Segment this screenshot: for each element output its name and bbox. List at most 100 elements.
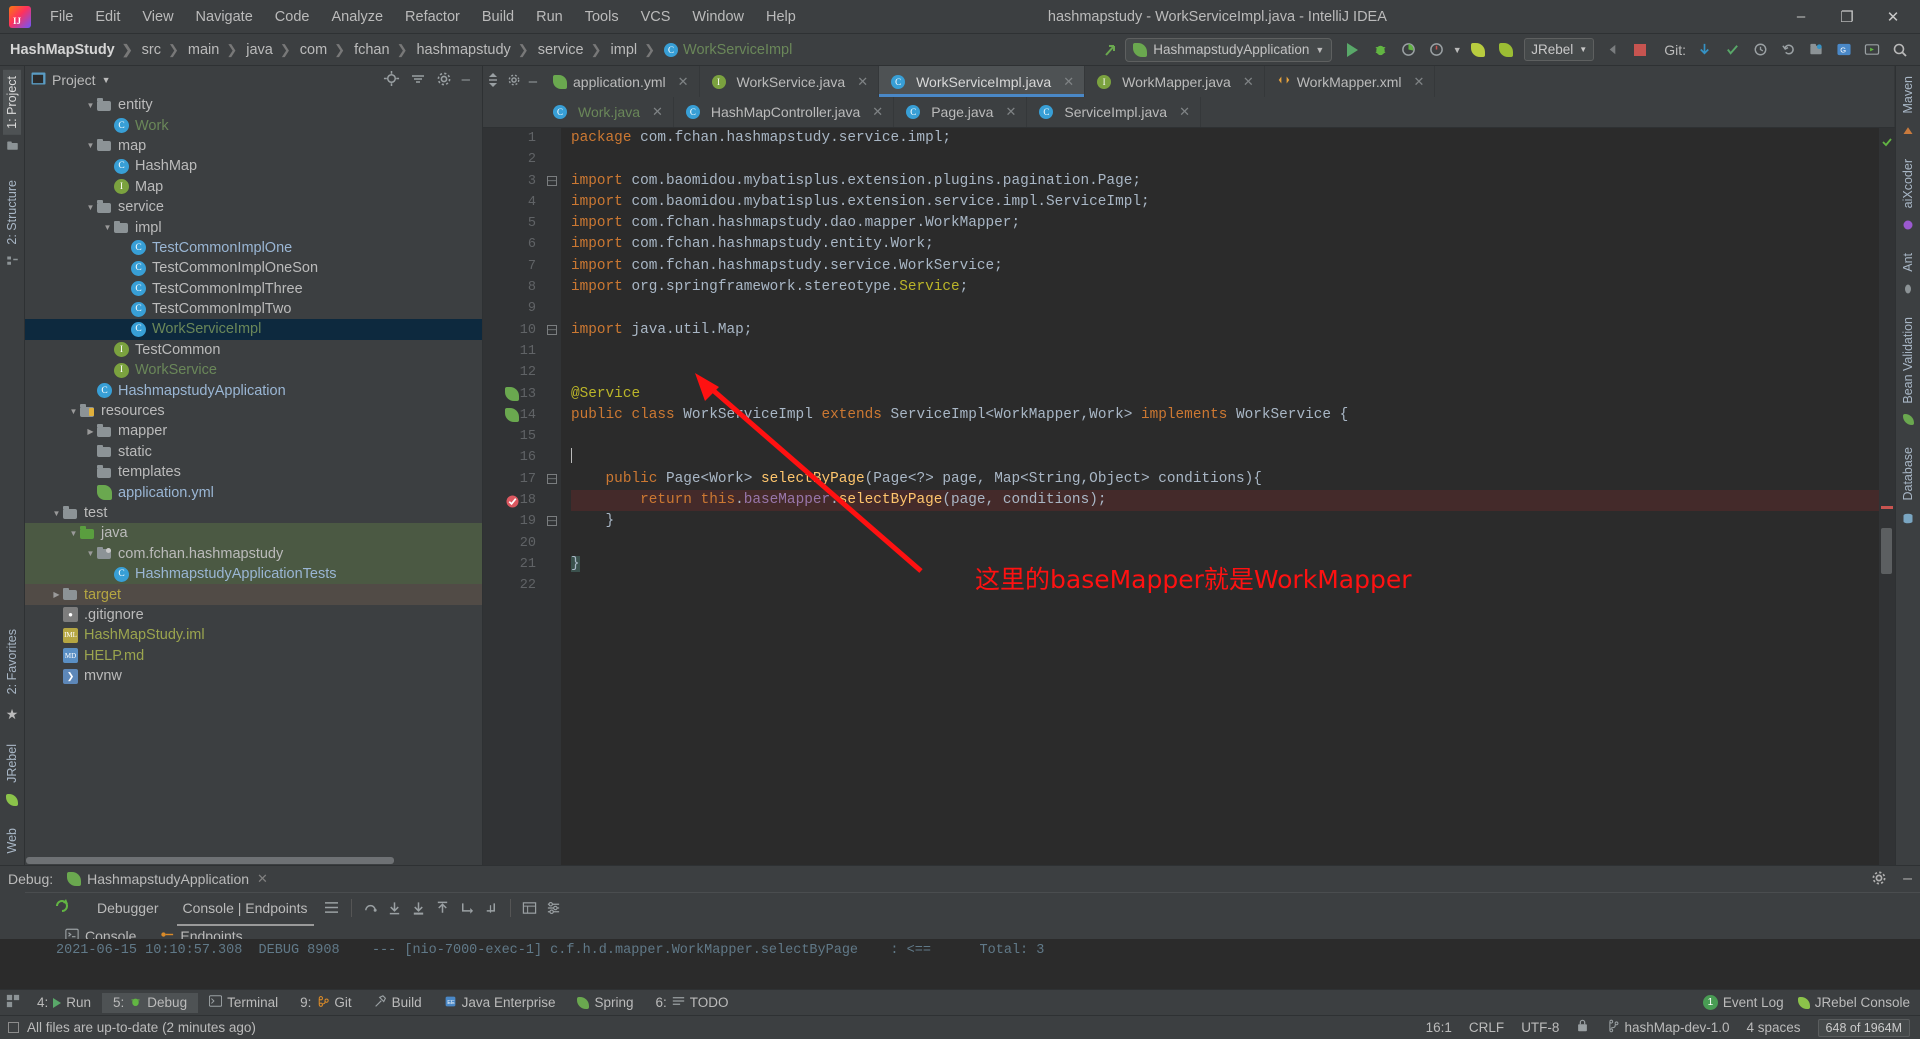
tree-item-help-md[interactable]: MD HELP.md [25, 646, 482, 666]
close-icon[interactable]: ✕ [857, 74, 868, 90]
code-editor[interactable]: 1 2 3 4 5 6 7 8 9 10 11 12 13 14 15 16 17 18 19 20 21 22 — — — —… [483, 128, 1895, 865]
gutter-line-number[interactable]: 11 [483, 341, 545, 362]
toolwindow-git[interactable]: 9: Git [289, 993, 363, 1013]
gutter-line-number[interactable]: 15 [483, 426, 545, 447]
chevron-down-icon[interactable]: ▼ [67, 407, 80, 416]
memory-indicator[interactable]: 648 of 1964M [1817, 1018, 1910, 1037]
gutter-line-number[interactable]: 12 [483, 362, 545, 383]
sidebar-tab-favorites[interactable]: 2: Favorites [3, 623, 21, 700]
tree-item-target[interactable]: ▶ target [25, 584, 482, 605]
jrebel-selector[interactable]: JRebel ▼ [1524, 38, 1595, 61]
settings-icon[interactable] [542, 897, 566, 919]
code-line[interactable]: @Service [571, 384, 1879, 405]
breadcrumb-java[interactable]: java ❯ [242, 40, 296, 60]
preview-icon[interactable] [1859, 37, 1885, 63]
tree-item-entity[interactable]: ▼ entity [25, 95, 482, 115]
maximize-button[interactable]: ❐ [1824, 1, 1870, 33]
sidebar-tab-jrebel[interactable]: JRebel [3, 738, 21, 789]
gutter-line-number[interactable]: 2 [483, 149, 545, 170]
close-button[interactable]: ✕ [1870, 1, 1916, 33]
close-icon[interactable]: ✕ [678, 74, 689, 90]
toolwindow-todo[interactable]: 6: TODO [645, 993, 740, 1012]
tree-item-testcommonimplthree[interactable]: C TestCommonImplThree [25, 279, 482, 299]
breadcrumb-hashmapstudy[interactable]: HashMapStudy ❯ [6, 40, 138, 60]
code-line[interactable]: import com.fchan.hashmapstudy.dao.mapper… [571, 213, 1879, 234]
gutter-line-number[interactable]: 20 [483, 533, 545, 554]
close-icon[interactable]: ✕ [1243, 74, 1254, 90]
tree-item-workservice[interactable]: I WorkService [25, 360, 482, 380]
debug-tab-debugger[interactable]: Debugger [85, 896, 171, 920]
breadcrumb-com[interactable]: com ❯ [296, 40, 350, 60]
tree-item-hashmapstudy-iml[interactable]: IML HashMapStudy.iml [25, 625, 482, 645]
sidebar-tab-aixcoder[interactable]: aiXcoder [1899, 153, 1917, 214]
debug-tab-console-endpoints[interactable]: Console | Endpoints [171, 896, 320, 926]
git-branch-widget[interactable]: hashMap-dev-1.0 [1606, 1019, 1730, 1036]
gutter-line-number[interactable]: 21 [483, 554, 545, 575]
tree-item--gitignore[interactable]: ● .gitignore [25, 605, 482, 625]
gutter-line-number[interactable]: 10 [483, 320, 545, 341]
breadcrumb-main[interactable]: main ❯ [184, 40, 242, 60]
chevron-down-icon[interactable]: ▼ [84, 101, 97, 110]
tree-item-service[interactable]: ▼ service [25, 197, 482, 217]
update-project-icon[interactable] [1098, 37, 1124, 63]
tree-item-impl[interactable]: ▼ impl [25, 217, 482, 237]
menu-code[interactable]: Code [264, 5, 321, 29]
gutter-line-number[interactable]: 6 [483, 234, 545, 255]
jrebel-run-icon[interactable] [1465, 37, 1491, 63]
code-line[interactable] [571, 362, 1879, 383]
force-step-into-icon[interactable] [407, 897, 431, 919]
error-marker[interactable] [1881, 506, 1893, 509]
rerun-icon[interactable] [53, 897, 71, 918]
tree-item-templates[interactable]: templates [25, 462, 482, 482]
tree-item-hashmapstudyapplication[interactable]: C HashmapstudyApplication [25, 380, 482, 400]
git-revert-icon[interactable] [1775, 37, 1801, 63]
error-stripe-marker[interactable] [1879, 128, 1895, 865]
toolwindow-run[interactable]: 4: Run [26, 993, 102, 1012]
breadcrumb-hashmapstudy-pkg[interactable]: hashmapstudy ❯ [412, 40, 533, 60]
code-text[interactable]: package com.fchan.hashmapstudy.service.i… [561, 128, 1879, 865]
tree-item-hashmapstudyapplicationtests[interactable]: C HashmapstudyApplicationTests [25, 563, 482, 585]
expand-collapse-icon[interactable] [487, 72, 499, 91]
sidebar-tab-bean-validation[interactable]: Bean Validation [1899, 311, 1917, 410]
tab-workmapper-java[interactable]: I WorkMapper.java ✕ [1085, 66, 1265, 97]
tree-item-testcommonimplone[interactable]: C TestCommonImplOne [25, 238, 482, 258]
code-folding-strip[interactable]: — — — — [545, 128, 561, 865]
code-line[interactable]: import com.fchan.hashmapstudy.entity.Wor… [571, 234, 1879, 255]
gutter-line-number[interactable]: 7 [483, 256, 545, 277]
gutter-line-number[interactable]: 1 [483, 128, 545, 149]
breadcrumb-class[interactable]: C WorkServiceImpl [660, 40, 794, 60]
gutter-line-number[interactable]: 17 [483, 469, 545, 490]
tree-item-application-yml[interactable]: application.yml [25, 482, 482, 502]
code-line[interactable]: import com.baomidou.mybatisplus.extensio… [571, 192, 1879, 213]
tab-workmapper-xml[interactable]: WorkMapper.xml ✕ [1265, 66, 1436, 97]
line-separator[interactable]: CRLF [1469, 1020, 1504, 1035]
project-tree-hscrollbar[interactable] [25, 856, 482, 865]
code-line[interactable]: import com.baomidou.mybatisplus.extensio… [571, 171, 1879, 192]
breadcrumb-fchan[interactable]: fchan ❯ [350, 40, 412, 60]
toolwindow-java-enterprise[interactable]: EE Java Enterprise [433, 993, 567, 1013]
tree-item-work[interactable]: C Work [25, 115, 482, 135]
tree-item-mapper[interactable]: ▶ mapper [25, 421, 482, 441]
sidebar-tab-ant[interactable]: Ant [1899, 247, 1917, 278]
locate-icon[interactable] [383, 70, 400, 90]
code-line[interactable] [571, 149, 1879, 170]
sidebar-tab-web[interactable]: Web [3, 822, 21, 859]
status-checkbox-icon[interactable] [8, 1022, 19, 1033]
code-fold-icon[interactable]: — [547, 473, 557, 484]
code-fold-icon[interactable]: — [547, 175, 557, 186]
hide-panel-icon[interactable]: – [462, 72, 470, 87]
chevron-down-icon[interactable]: ▼ [101, 223, 114, 232]
menu-view[interactable]: View [131, 5, 184, 29]
jrebel-console-button[interactable]: JRebel Console [1797, 995, 1910, 1010]
translate-icon[interactable]: G [1831, 37, 1857, 63]
code-line[interactable]: package com.fchan.hashmapstudy.service.i… [571, 128, 1879, 149]
event-log-button[interactable]: 1 Event Log [1702, 995, 1784, 1010]
editor-gutter[interactable]: 1 2 3 4 5 6 7 8 9 10 11 12 13 14 15 16 17 18 19 20 21 22 [483, 128, 545, 865]
toolwindow-spring[interactable]: Spring [566, 993, 644, 1012]
code-line[interactable] [571, 533, 1879, 554]
menu-build[interactable]: Build [471, 5, 525, 29]
run-button[interactable] [1339, 37, 1365, 63]
open-file-icon[interactable] [1803, 37, 1829, 63]
layout-menu-icon[interactable] [320, 897, 344, 919]
chevron-down-icon[interactable]: ▼ [50, 509, 63, 518]
